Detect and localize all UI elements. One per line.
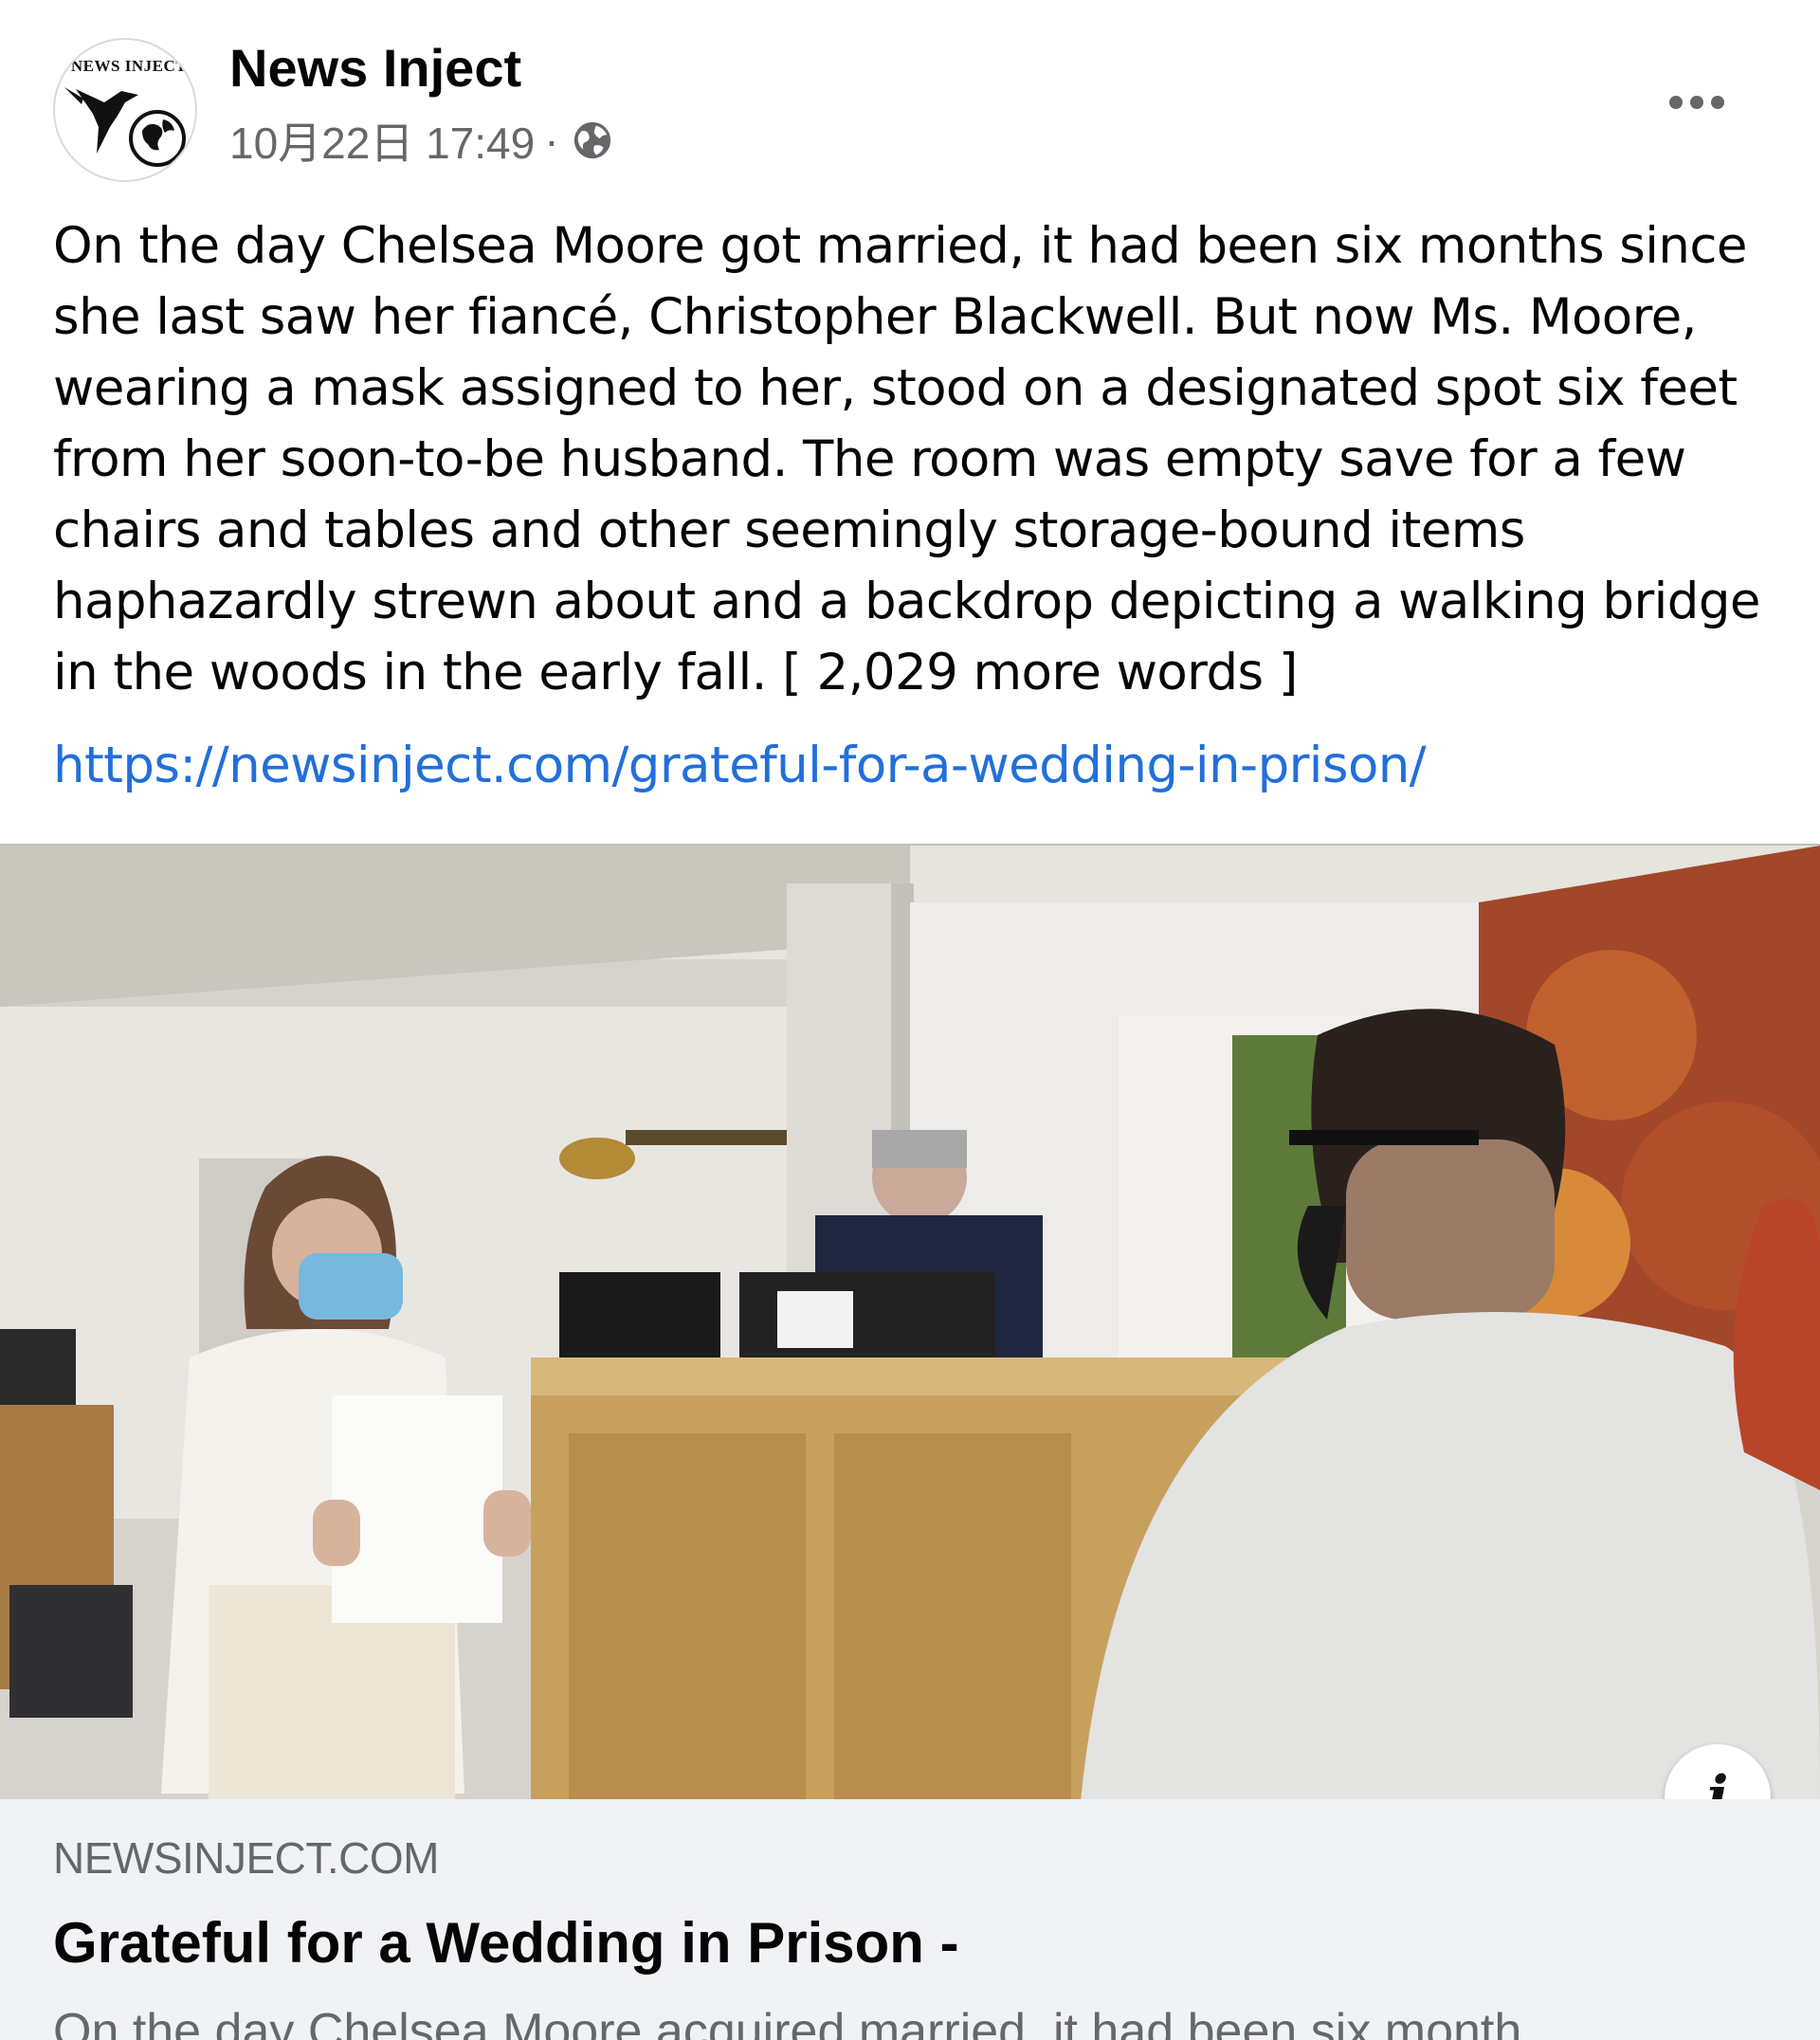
meta-separator: · — [544, 116, 559, 165]
more-icon — [1669, 96, 1683, 109]
link-preview-card[interactable]: i NEWSINJECT.COM Grateful for a Wedding … — [0, 844, 1820, 2040]
post-header: NEWS INJECT News Inject 10月22日 17:49 · — [0, 0, 1820, 190]
post-timestamp[interactable]: 10月22日 17:49 — [229, 109, 535, 172]
preview-footer[interactable]: NEWSINJECT.COM Grateful for a Wedding in… — [0, 1799, 1820, 2040]
preview-description: On the day Chelsea Moore acquired marrie… — [53, 2004, 1563, 2040]
wedding-photo — [0, 846, 1820, 1799]
more-options-button[interactable] — [1661, 76, 1733, 129]
preview-image[interactable] — [0, 844, 1820, 1799]
avatar-logo-text: NEWS INJECT — [70, 57, 188, 75]
more-icon-dot — [1711, 96, 1724, 109]
feed-post: NEWS INJECT News Inject 10月22日 17:49 · O… — [0, 0, 1820, 2040]
post-link[interactable]: https://newsinject.com/grateful-for-a-we… — [53, 730, 1427, 801]
globe-icon[interactable] — [571, 118, 614, 162]
page-name[interactable]: News Inject — [229, 36, 521, 100]
preview-title[interactable]: Grateful for a Wedding in Prison - — [53, 1907, 959, 1979]
preview-domain: NEWSINJECT.COM — [53, 1833, 440, 1883]
more-icon-dot — [1690, 96, 1703, 109]
post-meta: 10月22日 17:49 · — [229, 112, 614, 169]
avatar[interactable]: NEWS INJECT — [53, 38, 197, 182]
post-body-text: On the day Chelsea Moore got married, it… — [53, 217, 1760, 701]
